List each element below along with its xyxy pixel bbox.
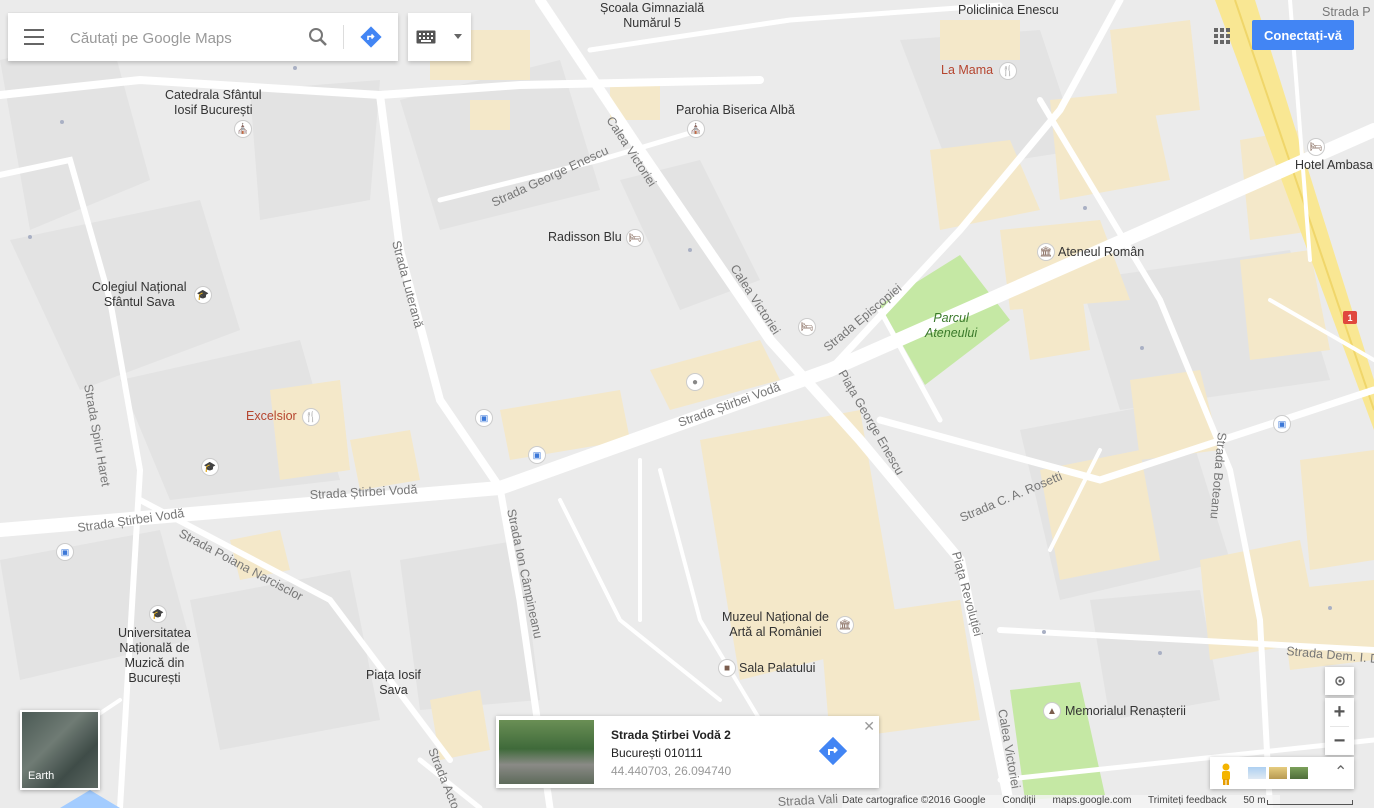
search-icon[interactable] <box>308 27 328 47</box>
poi-label[interactable]: Policlinica Enescu <box>958 3 1059 18</box>
expand-button[interactable]: ⌃ <box>1334 762 1347 782</box>
landmark-icon[interactable]: 🏛 <box>1038 244 1054 260</box>
map-canvas[interactable]: Strada Știrbei Vodă Strada Știrbei Vodă … <box>0 0 1374 808</box>
poi-label[interactable]: Radisson Blu <box>548 230 622 245</box>
poi-label[interactable]: Muzeul Național de Artă al României <box>722 610 829 640</box>
poi-label[interactable]: Ateneul Român <box>1058 245 1144 260</box>
church-icon[interactable]: ⛪ <box>235 121 251 137</box>
place-title[interactable]: Strada Știrbei Vodă 2 <box>611 728 731 742</box>
hotel-icon[interactable]: 🛏 <box>799 319 815 335</box>
apps-icon[interactable] <box>1214 28 1230 44</box>
terms-link[interactable]: Condiții <box>1002 795 1035 806</box>
close-icon[interactable]: ✕ <box>863 718 875 735</box>
zoom-in-button[interactable]: + <box>1325 698 1354 726</box>
poi-label[interactable]: Parohia Biserica Albă <box>676 103 795 118</box>
imagery-control: ⌃ <box>1210 757 1354 789</box>
imagery-thumb-satellite[interactable] <box>1290 767 1308 779</box>
menu-icon[interactable] <box>24 29 44 45</box>
church-icon[interactable]: ⛪ <box>688 121 704 137</box>
park-label[interactable]: Parcul Ateneului <box>925 311 977 341</box>
restaurant-icon[interactable]: 🍴 <box>303 409 319 425</box>
street-view-thumbnail[interactable] <box>499 720 594 784</box>
zoom-out-button[interactable]: − <box>1325 727 1354 755</box>
bus-icon[interactable]: ▣ <box>57 544 73 560</box>
school-icon[interactable]: 🎓 <box>150 606 166 622</box>
hotel-icon[interactable]: 🛏 <box>627 230 643 246</box>
poi-label[interactable]: Memorialul Renașterii <box>1065 704 1186 719</box>
poi-label[interactable]: Colegiul Național Sfântul Sava <box>92 280 187 310</box>
pegman-icon[interactable] <box>1219 763 1233 785</box>
poi-label[interactable]: Școala Gimnazială Numărul 5 <box>600 1 704 31</box>
place-address: București 010111 <box>611 746 703 760</box>
map-data-credit: Date cartografice ©2016 Google <box>842 795 986 806</box>
poi-label[interactable]: Catedrala Sfântul Iosif București <box>165 88 262 118</box>
school-icon[interactable]: 🎓 <box>195 287 211 303</box>
poi-label[interactable]: Piața Iosif Sava <box>366 668 421 698</box>
directions-icon[interactable] <box>818 736 848 766</box>
restaurant-icon[interactable]: 🍴 <box>1000 63 1016 79</box>
museum-icon[interactable]: 🏛 <box>837 617 853 633</box>
location-pin-icon[interactable]: ● <box>687 374 703 390</box>
scale-label: 50 m <box>1243 795 1266 806</box>
poi-label[interactable]: Universitatea Națională de Muzică din Bu… <box>118 626 191 686</box>
input-tools[interactable] <box>408 13 471 61</box>
site-link[interactable]: maps.google.com <box>1053 795 1132 806</box>
svg-text:1: 1 <box>1347 313 1352 323</box>
poi-label[interactable]: Excelsior <box>246 409 297 424</box>
imagery-thumb-terrain[interactable] <box>1269 767 1287 779</box>
zoom-control: + − <box>1325 698 1354 755</box>
divider <box>343 25 344 49</box>
chevron-down-icon[interactable] <box>454 34 462 39</box>
search-box <box>8 13 398 61</box>
poi-label[interactable]: La Mama <box>941 63 993 78</box>
signin-button[interactable]: Conectați-vă <box>1252 20 1354 50</box>
my-location-button[interactable] <box>1325 667 1354 695</box>
place-coordinates: 44.440703, 26.094740 <box>611 764 732 778</box>
street-label: Strada Vali <box>777 792 838 808</box>
poi-label[interactable]: Sala Palatului <box>739 661 815 676</box>
poi-label[interactable]: Hotel Ambasa <box>1295 158 1373 173</box>
scale-bar <box>1267 800 1353 805</box>
map-footer: Date cartografice ©2016 Google Condiții … <box>842 795 1280 808</box>
directions-icon[interactable] <box>360 26 382 48</box>
my-location-icon <box>1334 676 1345 686</box>
bus-icon[interactable]: ▣ <box>476 410 492 426</box>
feedback-link[interactable]: Trimiteți feedback <box>1148 795 1227 806</box>
place-card[interactable]: Strada Știrbei Vodă 2 București 010111 4… <box>496 716 879 788</box>
earth-view-toggle[interactable]: Earth <box>20 710 100 790</box>
venue-icon[interactable]: ■ <box>719 660 735 676</box>
monument-icon[interactable]: ▲ <box>1044 703 1060 719</box>
imagery-thumb-water[interactable] <box>1248 767 1266 779</box>
bus-icon[interactable]: ▣ <box>529 447 545 463</box>
bus-icon[interactable]: ▣ <box>1274 416 1290 432</box>
school-icon[interactable]: 🎓 <box>202 459 218 475</box>
street-label: Strada P <box>1322 5 1371 19</box>
earth-label: Earth <box>28 770 55 782</box>
hotel-icon[interactable]: 🛏 <box>1308 139 1324 155</box>
keyboard-icon[interactable] <box>416 30 436 44</box>
search-input[interactable] <box>68 23 302 53</box>
